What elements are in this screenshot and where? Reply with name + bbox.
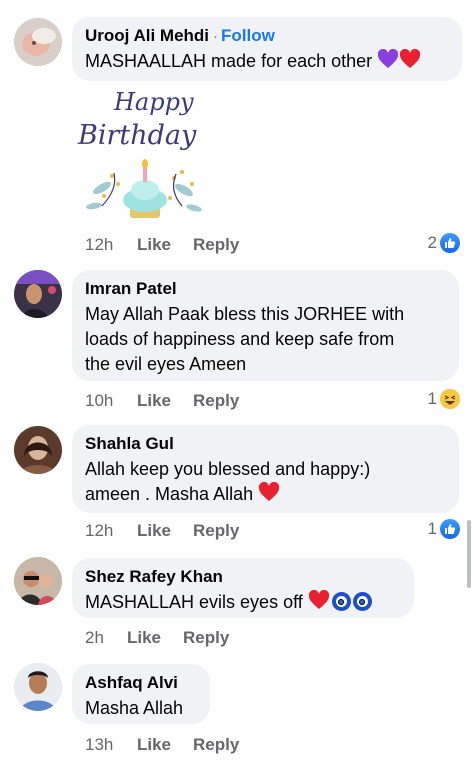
comment-author[interactable]: Ashfaq Alvi <box>85 672 198 694</box>
comment-actions: 2h Like Reply <box>85 628 229 648</box>
purple-heart-icon <box>377 48 399 76</box>
reaction-count: 2 <box>427 233 437 252</box>
reply-button[interactable]: Reply <box>183 628 229 648</box>
like-button[interactable]: Like <box>137 521 193 541</box>
comment-bubble: Shahla Gul Allah keep you blessed and ha… <box>72 425 459 513</box>
comment-text-line: the evil eyes Ameen <box>85 354 247 374</box>
like-button[interactable]: Like <box>137 235 193 255</box>
follow-button[interactable]: Follow <box>221 26 275 45</box>
reaction-count: 1 <box>427 389 437 408</box>
reaction-count: 1 <box>427 519 437 538</box>
avatar[interactable] <box>14 557 62 605</box>
comment-author[interactable]: Shahla Gul <box>85 433 447 455</box>
comment-actions: 13h Like Reply <box>85 735 239 755</box>
red-heart-icon <box>399 48 421 76</box>
avatar[interactable] <box>14 663 62 711</box>
comment-time[interactable]: 12h <box>85 521 137 541</box>
reply-button[interactable]: Reply <box>193 521 239 541</box>
comment-text-line: Allah keep you blessed and happy:) <box>85 459 371 479</box>
comment-text: Masha Allah <box>85 698 184 718</box>
red-heart-icon <box>258 481 280 509</box>
comment-text: May Allah Paak bless this JORHEE with lo… <box>85 302 447 377</box>
reply-button[interactable]: Reply <box>193 735 239 755</box>
sticker-line1: Happy <box>113 88 194 116</box>
reply-button[interactable]: Reply <box>193 391 239 411</box>
like-icon <box>440 233 460 253</box>
nazar-amulet-icon <box>352 592 372 611</box>
reaction-summary[interactable]: 1 <box>428 519 460 539</box>
comment-text: MASHALLAH evils eyes off <box>85 589 402 617</box>
like-button[interactable]: Like <box>137 735 193 755</box>
like-icon <box>440 519 460 539</box>
comment-actions: 12h Like Reply <box>85 521 239 541</box>
avatar[interactable] <box>14 18 62 66</box>
comment-text: MASHAALLAH made for each other <box>85 48 450 76</box>
comment-text-line: loads of happiness and keep safe from <box>85 329 395 349</box>
scrollbar[interactable] <box>467 520 471 588</box>
comment-actions: 10h Like Reply <box>85 391 239 411</box>
comment-time[interactable]: 12h <box>85 235 137 255</box>
comment-author[interactable]: Urooj Ali Mehdi <box>85 26 209 45</box>
separator: · <box>213 28 219 45</box>
comment-text-line: May Allah Paak bless this JORHEE with <box>85 304 405 324</box>
avatar[interactable] <box>14 270 62 318</box>
red-heart-icon <box>308 589 330 617</box>
comment-bubble: Ashfaq Alvi Masha Allah <box>72 664 210 724</box>
comment-actions: 12h Like Reply <box>85 235 239 255</box>
avatar[interactable] <box>14 426 62 474</box>
nazar-amulet-icon <box>331 592 351 611</box>
comment-bubble: Urooj Ali Mehdi · Follow MASHAALLAH made f… <box>72 17 462 81</box>
comment-time[interactable]: 2h <box>85 628 127 648</box>
birthday-sticker[interactable]: Happy Birthday <box>74 88 214 228</box>
comment-bubble: Shez Rafey Khan MASHALLAH evils eyes off <box>72 558 414 618</box>
comment-time[interactable]: 13h <box>85 735 137 755</box>
reply-button[interactable]: Reply <box>193 235 239 255</box>
comment-author[interactable]: Shez Rafey Khan <box>85 566 402 588</box>
comment-text-content: ameen . Masha Allah <box>85 484 254 504</box>
haha-icon <box>440 389 460 409</box>
comment-bubble: Imran Patel May Allah Paak bless this JO… <box>72 270 459 381</box>
comment-author[interactable]: Imran Patel <box>85 278 447 300</box>
sticker-line2: Birthday <box>77 120 197 151</box>
comment-text-line: ameen . Masha Allah <box>85 481 447 509</box>
comment-text-content: MASHALLAH evils eyes off <box>85 592 303 612</box>
reaction-summary[interactable]: 2 <box>428 233 460 253</box>
comment-text: Allah keep you blessed and happy:) ameen… <box>85 457 447 509</box>
comment-text-content: MASHAALLAH made for each other <box>85 51 373 71</box>
like-button[interactable]: Like <box>127 628 183 648</box>
comment-time[interactable]: 10h <box>85 391 137 411</box>
like-button[interactable]: Like <box>137 391 193 411</box>
reaction-summary[interactable]: 1 <box>428 389 460 409</box>
